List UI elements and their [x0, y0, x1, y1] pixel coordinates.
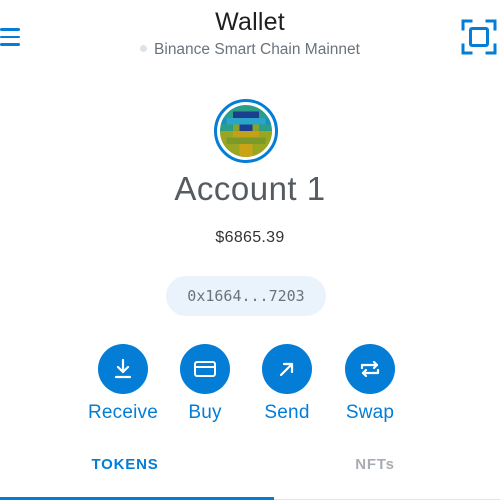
- tab-nfts[interactable]: NFTs: [250, 443, 500, 495]
- network-selector[interactable]: Binance Smart Chain Mainnet: [0, 41, 500, 59]
- receive-label: Receive: [87, 402, 159, 423]
- account-balance: $6865.39: [215, 229, 285, 246]
- send-button[interactable]: Send: [246, 344, 328, 424]
- account-address-copy[interactable]: 0x1664...7203: [166, 276, 326, 316]
- swap-arrows-icon: [360, 360, 380, 378]
- arrow-up-right-icon: [279, 362, 294, 377]
- tab-tokens[interactable]: TOKENS: [0, 443, 250, 495]
- credit-card-icon: [194, 361, 216, 377]
- app-header: Wallet Binance Smart Chain Mainnet: [0, 0, 500, 75]
- send-icon-circle: [262, 344, 312, 394]
- receive-icon-circle: [98, 344, 148, 394]
- buy-label: Buy: [188, 402, 222, 423]
- network-status-dot: [140, 45, 148, 53]
- network-name: Binance Smart Chain Mainnet: [154, 41, 360, 58]
- swap-label: Swap: [345, 402, 395, 423]
- wallet-tabs: TOKENS NFTs: [0, 443, 500, 500]
- pixel-identicon-avatar: [220, 105, 272, 157]
- account-avatar[interactable]: [214, 99, 278, 163]
- download-arrow-icon: [114, 358, 132, 379]
- receive-button[interactable]: Receive: [82, 344, 164, 424]
- buy-button[interactable]: Buy: [164, 344, 246, 424]
- send-label: Send: [264, 402, 310, 423]
- swap-icon-circle: [345, 344, 395, 394]
- buy-icon-circle: [180, 344, 230, 394]
- swap-button[interactable]: Swap: [329, 344, 411, 424]
- page-title: Wallet: [215, 8, 285, 36]
- qr-scan-icon[interactable]: [461, 19, 497, 55]
- account-name[interactable]: Account 1: [0, 170, 500, 208]
